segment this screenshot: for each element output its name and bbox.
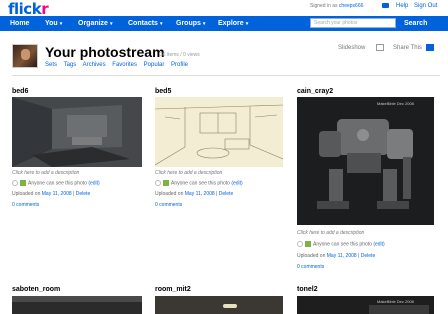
nav-groups[interactable]: Groups ▾ xyxy=(176,20,205,27)
photo-title[interactable]: tonel2 xyxy=(297,286,318,293)
profile-link[interactable]: Profile xyxy=(171,62,188,68)
share-this-link[interactable]: Share This xyxy=(393,45,422,51)
sign-out-link[interactable]: Sign Out xyxy=(414,3,437,9)
privacy-icon xyxy=(155,180,161,186)
tags-link[interactable]: Tags xyxy=(64,62,77,68)
license-icon xyxy=(163,180,169,186)
signed-in-text: Signed in as cheeps666 xyxy=(310,3,364,9)
comments-link[interactable]: 0 comments xyxy=(155,202,182,208)
license-icon xyxy=(20,180,26,186)
svg-text:MakeBible Dec 2008: MakeBible Dec 2008 xyxy=(377,299,415,304)
nav-home[interactable]: Home xyxy=(10,20,29,27)
room-render-image xyxy=(12,97,142,167)
privacy-row: Anyone can see this photo (edit) xyxy=(155,180,243,186)
sketch-render-image xyxy=(155,97,283,167)
item-count: 36 items / 0 views xyxy=(160,52,200,58)
photo-thumbnail-room-mit2[interactable] xyxy=(155,296,283,314)
username-link[interactable]: cheeps666 xyxy=(339,3,363,9)
photo-description[interactable]: Click here to add a description xyxy=(155,170,222,176)
photo-title[interactable]: cain_cray2 xyxy=(297,88,333,95)
upload-row: Uploaded on May 11, 2008 | Delete xyxy=(12,191,91,197)
divider xyxy=(12,75,440,76)
mail-icon[interactable] xyxy=(382,3,389,8)
robot-render-image: MakeBible Dec 2008 xyxy=(297,97,434,225)
help-link[interactable]: Help xyxy=(396,3,408,9)
photo-description[interactable]: Click here to add a description xyxy=(297,230,364,236)
chevron-down-icon: ▾ xyxy=(245,21,249,27)
photo-title[interactable]: saboten_room xyxy=(12,286,60,293)
page-title: Your photostream xyxy=(45,44,165,60)
tonel-render-image: MakeBible Dec 2008 xyxy=(369,299,429,314)
top-header: flickr Signed in as cheeps666 Help Sign … xyxy=(0,0,448,18)
photo-thumbnail-cain-cray2[interactable]: MakeBible Dec 2008 xyxy=(297,97,434,225)
photo-title[interactable]: bed6 xyxy=(12,88,28,95)
privacy-icon xyxy=(12,180,18,186)
privacy-icon xyxy=(297,241,303,247)
license-icon xyxy=(305,241,311,247)
chevron-down-icon: ▾ xyxy=(109,21,113,27)
main-nav: Home You ▾ Organize ▾ Contacts ▾ Groups ▾ Ex… xyxy=(0,16,448,31)
watermark-text: MakeBible Dec 2008 xyxy=(377,101,415,106)
upload-date-link[interactable]: May 11, 2008 xyxy=(327,253,357,259)
share-icon[interactable] xyxy=(426,44,434,51)
photo-thumbnail-saboten-room[interactable] xyxy=(12,296,142,314)
nav-contacts[interactable]: Contacts ▾ xyxy=(128,20,162,27)
photo-thumbnail-bed5[interactable] xyxy=(155,97,283,167)
delete-link[interactable]: Delete xyxy=(76,191,90,197)
avatar[interactable] xyxy=(12,44,38,68)
nav-explore[interactable]: Explore ▾ xyxy=(218,20,248,27)
nav-organize[interactable]: Organize ▾ xyxy=(78,20,112,27)
slideshow-icon[interactable] xyxy=(376,44,384,51)
upload-date-link[interactable]: May 11, 2008 xyxy=(185,191,215,197)
comments-link[interactable]: 0 comments xyxy=(12,202,39,208)
upload-date-link[interactable]: May 11, 2008 xyxy=(42,191,72,197)
upload-row: Uploaded on May 11, 2008 | Delete xyxy=(297,253,376,259)
photo-thumbnail-bed6[interactable] xyxy=(12,97,142,167)
edit-privacy-link[interactable]: (edit) xyxy=(88,180,99,186)
upload-row: Uploaded on May 11, 2008 | Delete xyxy=(155,191,234,197)
photo-thumbnail-tonel2[interactable]: MakeBible Dec 2008 xyxy=(297,296,434,314)
search-input[interactable]: Search your photos xyxy=(310,18,396,28)
photo-title[interactable]: room_mit2 xyxy=(155,286,191,293)
delete-link[interactable]: Delete xyxy=(219,191,233,197)
privacy-row: Anyone can see this photo (edit) xyxy=(12,180,100,186)
photo-title[interactable]: bed5 xyxy=(155,88,171,95)
slideshow-link[interactable]: Slideshow xyxy=(338,45,365,51)
sets-link[interactable]: Sets xyxy=(45,62,57,68)
chevron-down-icon: ▾ xyxy=(202,21,206,27)
favorites-link[interactable]: Favorites xyxy=(112,62,137,68)
nav-you[interactable]: You ▾ xyxy=(45,20,62,27)
delete-link[interactable]: Delete xyxy=(361,253,375,259)
comments-link[interactable]: 0 comments xyxy=(297,264,324,270)
search-button[interactable]: Search xyxy=(404,20,427,27)
chevron-down-icon: ▾ xyxy=(159,21,163,27)
chevron-down-icon: ▾ xyxy=(59,21,63,27)
archives-link[interactable]: Archives xyxy=(83,62,106,68)
privacy-row: Anyone can see this photo (edit) xyxy=(297,241,385,247)
edit-privacy-link[interactable]: (edit) xyxy=(373,241,384,247)
photo-description[interactable]: Click here to add a description xyxy=(12,170,79,176)
edit-privacy-link[interactable]: (edit) xyxy=(231,180,242,186)
stream-subnav: Sets Tags Archives Favorites Popular Pro… xyxy=(45,62,193,68)
popular-link[interactable]: Popular xyxy=(144,62,165,68)
